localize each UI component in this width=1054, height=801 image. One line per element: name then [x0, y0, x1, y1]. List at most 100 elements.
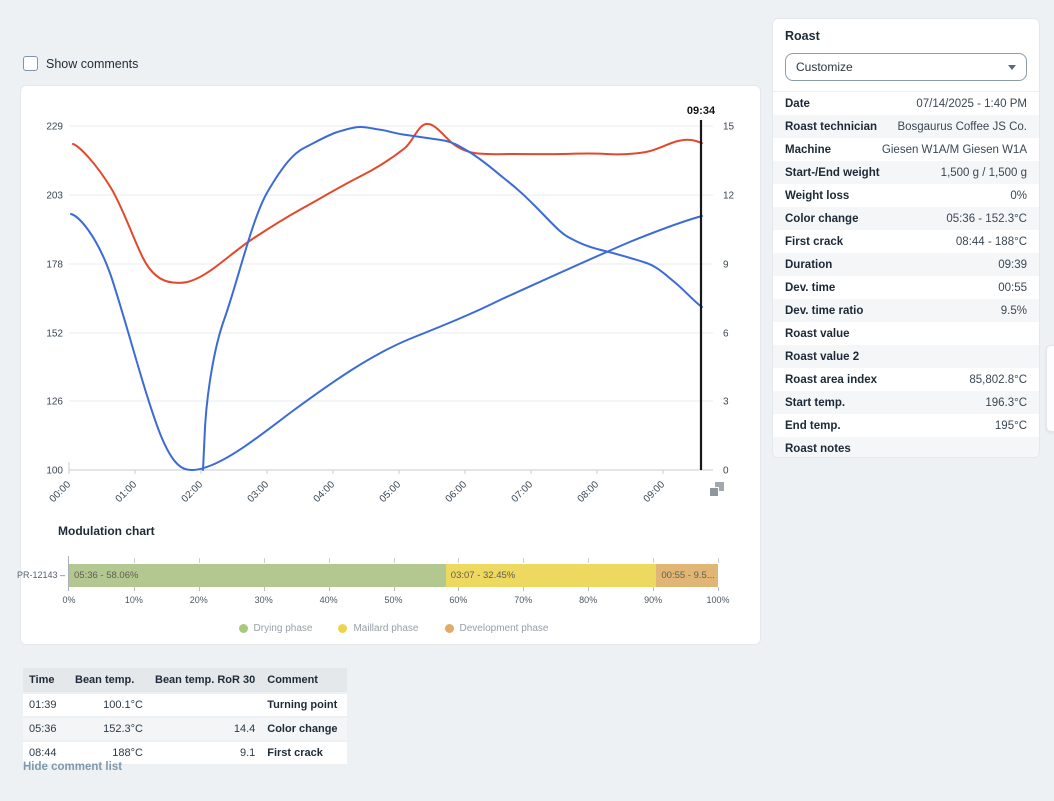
modulation-row-label: PR-12143 –	[17, 570, 65, 580]
modulation-tick-mark	[329, 587, 330, 591]
cell-time: 01:39	[23, 693, 69, 717]
show-comments-control: Show comments	[23, 56, 138, 71]
modulation-tick-mark	[394, 558, 395, 563]
comment-table-header: TimeBean temp.Bean temp. RoR 30Comment	[23, 668, 347, 693]
axis-tick-label: 3	[723, 397, 729, 408]
roast-detail-row: Roast technician Bosgaurus Coffee JS Co.	[773, 115, 1039, 138]
axis-tick-label: 100	[46, 466, 63, 477]
detail-label: Date	[785, 98, 810, 110]
detail-label: Roast notes	[785, 443, 851, 455]
modulation-tick-mark	[588, 587, 589, 591]
roast-detail-row: Roast value 2	[773, 345, 1039, 368]
modulation-tick-label: 10%	[125, 595, 143, 605]
axis-tick-label: 00:00	[48, 479, 74, 505]
air-temp-line	[73, 124, 702, 283]
axis-tick-label: 178	[46, 260, 63, 271]
roast-detail-row: Duration09:39	[773, 253, 1039, 276]
cell-ror	[149, 693, 261, 717]
detail-value: Giesen W1A/M Giesen W1A	[882, 144, 1027, 156]
cell-ror: 9.1	[149, 741, 261, 765]
modulation-tick-mark	[394, 587, 395, 591]
modulation-row: PR-12143 – 05:36 - 58.06%03:07 - 32.45%0…	[21, 564, 762, 587]
legend-item: Maillard phase	[338, 623, 418, 634]
axis-tick-label: 9	[723, 260, 729, 271]
roast-detail-row: Roast notes	[773, 437, 1039, 458]
cell-ror: 14.4	[149, 717, 261, 741]
modulation-tick-label: 80%	[579, 595, 597, 605]
show-comments-label: Show comments	[46, 57, 138, 71]
detail-value: 07/14/2025 - 1:40 PM	[916, 98, 1027, 110]
axis-tick-label: 05:00	[378, 479, 404, 505]
modulation-tick-label: 100%	[706, 595, 729, 605]
phase-segment[interactable]: 03:07 - 32.45%	[446, 564, 657, 587]
modulation-tick-mark	[199, 558, 200, 563]
x-axis-labels: 00:0001:0002:0003:0004:0005:0006:0007:00…	[48, 479, 668, 505]
modulation-tick-mark	[653, 587, 654, 591]
legend-item: Drying phase	[239, 623, 313, 634]
detail-label: Roast technician	[785, 121, 877, 133]
show-comments-checkbox[interactable]	[23, 56, 38, 71]
modulation-tick-mark	[588, 558, 589, 563]
phase-segment[interactable]: 00:55 - 9.5...	[656, 564, 718, 587]
side-panel-handle[interactable]	[1046, 345, 1054, 432]
modulation-tick-label: 50%	[384, 595, 402, 605]
roast-detail-row: Color change 05:36 - 152.3°C	[773, 207, 1039, 230]
detail-label: Roast area index	[785, 374, 877, 386]
customize-dropdown[interactable]: Customize	[785, 53, 1027, 81]
roast-info-panel: Roast Customize Date 07/14/2025 - 1:40 PM…	[772, 18, 1040, 458]
time-marker-label: 09:34	[687, 105, 716, 117]
comment-table: TimeBean temp.Bean temp. RoR 30Comment 0…	[23, 668, 347, 766]
modulation-chart-title: Modulation chart	[58, 524, 155, 538]
axis-tick-label: 152	[46, 329, 63, 340]
legend-label: Drying phase	[254, 623, 313, 634]
detail-label: End temp.	[785, 420, 841, 432]
detail-label: Dev. time	[785, 282, 835, 294]
axis-tick-label: 03:00	[246, 479, 272, 505]
roast-detail-row: Date 07/14/2025 - 1:40 PM	[773, 92, 1039, 115]
detail-value: 00:55	[998, 282, 1027, 294]
detail-label: Color change	[785, 213, 858, 225]
comment-table-header-cell: Comment	[261, 668, 347, 693]
detail-label: Duration	[785, 259, 832, 271]
detail-value: Bosgaurus Coffee JS Co.	[897, 121, 1027, 133]
legend-label: Maillard phase	[353, 623, 418, 634]
roast-detail-row: Dev. time 00:55	[773, 276, 1039, 299]
bean-temp-ror-line	[203, 127, 702, 470]
legend-item: Development phase	[445, 623, 549, 634]
panel-title: Roast	[773, 19, 1039, 51]
phase-segment[interactable]: 05:36 - 58.06%	[69, 564, 446, 587]
modulation-tick-mark	[653, 558, 654, 563]
roast-detail-row: Roast area index 85,802.8°C	[773, 368, 1039, 391]
axis-tick-label: 04:00	[312, 479, 338, 505]
modulation-tick-mark	[523, 558, 524, 563]
phase-segment-label: 05:36 - 58.06%	[69, 570, 138, 581]
layers-icon-front	[709, 487, 719, 497]
cell-comment: Turning point	[261, 693, 347, 717]
detail-value: 05:36 - 152.3°C	[946, 213, 1027, 225]
modulation-tick-mark	[134, 587, 135, 591]
hide-comment-list-link[interactable]: Hide comment list	[23, 761, 122, 773]
modulation-tick-mark	[264, 558, 265, 563]
comment-table-header-cell: Bean temp.	[69, 668, 149, 693]
axis-tick-label: 6	[723, 329, 729, 340]
modulation-tick-mark	[264, 587, 265, 591]
detail-value: 196.3°C	[985, 397, 1027, 409]
detail-value: 08:44 - 188°C	[956, 236, 1027, 248]
modulation-legend: Drying phase Maillard phase Development ph…	[69, 623, 718, 634]
roast-detail-row: MachineGiesen W1A/M Giesen W1A	[773, 138, 1039, 161]
comment-table-row: 05:36152.3°C14.4Color change	[23, 717, 347, 741]
detail-value: 85,802.8°C	[969, 374, 1027, 386]
cell-time: 05:36	[23, 717, 69, 741]
cell-comment: Color change	[261, 717, 347, 741]
layers-icon[interactable]	[709, 482, 724, 497]
modulation-tick-mark	[718, 587, 719, 591]
modulation-tick-label: 20%	[190, 595, 208, 605]
axis-tick-label: 01:00	[114, 479, 140, 505]
modulation-tick-label: 0%	[62, 595, 75, 605]
comment-table-row: 01:39100.1°CTurning point	[23, 693, 347, 717]
detail-label: Dev. time ratio	[785, 305, 863, 317]
modulation-tick-mark	[134, 558, 135, 563]
chevron-down-icon	[1008, 65, 1016, 70]
modulation-tick-mark	[718, 558, 719, 563]
detail-value: 195°C	[995, 420, 1027, 432]
